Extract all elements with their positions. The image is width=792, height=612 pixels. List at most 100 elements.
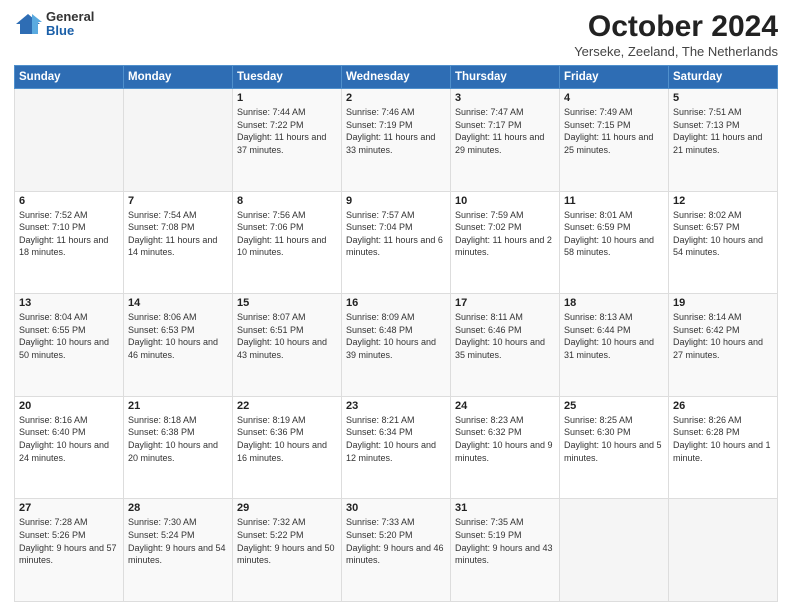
- weekday-header-sunday: Sunday: [15, 66, 124, 89]
- day-info: Sunrise: 8:25 AMSunset: 6:30 PMDaylight:…: [564, 414, 664, 464]
- day-info: Sunrise: 8:19 AMSunset: 6:36 PMDaylight:…: [237, 414, 337, 464]
- day-number: 23: [346, 400, 446, 412]
- day-info: Sunrise: 8:26 AMSunset: 6:28 PMDaylight:…: [673, 414, 773, 464]
- day-info: Sunrise: 8:01 AMSunset: 6:59 PMDaylight:…: [564, 209, 664, 259]
- day-info: Sunrise: 8:06 AMSunset: 6:53 PMDaylight:…: [128, 311, 228, 361]
- calendar-cell: 6Sunrise: 7:52 AMSunset: 7:10 PMDaylight…: [15, 191, 124, 294]
- calendar-cell: 12 Sunrise: 8:02 AMSunset: 6:57 PMDayligh…: [669, 191, 778, 294]
- logo: General Blue: [14, 10, 94, 39]
- calendar-cell: 4Sunrise: 7:49 AMSunset: 7:15 PMDaylight…: [560, 89, 669, 192]
- day-number: 16: [346, 297, 446, 309]
- calendar-cell: 27 Sunrise: 7:28 AMSunset: 5:26 PMDayligh…: [15, 499, 124, 602]
- calendar-cell: 13 Sunrise: 8:04 AMSunset: 6:55 PMDayligh…: [15, 294, 124, 397]
- calendar-cell: 15 Sunrise: 8:07 AMSunset: 6:51 PMDayligh…: [233, 294, 342, 397]
- calendar-header-row: SundayMondayTuesdayWednesdayThursdayFrid…: [15, 66, 778, 89]
- calendar-cell: 18 Sunrise: 8:13 AMSunset: 6:44 PMDayligh…: [560, 294, 669, 397]
- day-number: 20: [19, 400, 119, 412]
- calendar-cell: [124, 89, 233, 192]
- day-info: Sunrise: 7:57 AMSunset: 7:04 PMDaylight:…: [346, 209, 446, 259]
- logo-text: General Blue: [46, 10, 94, 39]
- calendar-week-3: 13 Sunrise: 8:04 AMSunset: 6:55 PMDayligh…: [15, 294, 778, 397]
- calendar-cell: 22 Sunrise: 8:19 AMSunset: 6:36 PMDayligh…: [233, 396, 342, 499]
- day-info: Sunrise: 8:11 AMSunset: 6:46 PMDaylight:…: [455, 311, 555, 361]
- day-number: 28: [128, 502, 228, 514]
- calendar-week-5: 27 Sunrise: 7:28 AMSunset: 5:26 PMDayligh…: [15, 499, 778, 602]
- day-number: 13: [19, 297, 119, 309]
- calendar-cell: 29 Sunrise: 7:32 AMSunset: 5:22 PMDayligh…: [233, 499, 342, 602]
- calendar-cell: 9 Sunrise: 7:57 AMSunset: 7:04 PMDaylight…: [342, 191, 451, 294]
- calendar-cell: 20 Sunrise: 8:16 AMSunset: 6:40 PMDayligh…: [15, 396, 124, 499]
- calendar-cell: [15, 89, 124, 192]
- day-info: Sunrise: 8:16 AMSunset: 6:40 PMDaylight:…: [19, 414, 119, 464]
- day-info: Sunrise: 7:46 AMSunset: 7:19 PMDaylight:…: [346, 106, 446, 156]
- day-info: Sunrise: 7:33 AMSunset: 5:20 PMDaylight:…: [346, 516, 446, 566]
- day-number: 7: [128, 195, 228, 207]
- day-info: Sunrise: 7:35 AMSunset: 5:19 PMDaylight:…: [455, 516, 555, 566]
- calendar-cell: 10Sunrise: 7:59 AMSunset: 7:02 PMDayligh…: [451, 191, 560, 294]
- day-info: Sunrise: 8:18 AMSunset: 6:38 PMDaylight:…: [128, 414, 228, 464]
- day-number: 29: [237, 502, 337, 514]
- calendar-cell: [560, 499, 669, 602]
- day-number: 9: [346, 195, 446, 207]
- weekday-header-thursday: Thursday: [451, 66, 560, 89]
- day-info: Sunrise: 7:47 AMSunset: 7:17 PMDaylight:…: [455, 106, 555, 156]
- day-number: 26: [673, 400, 773, 412]
- logo-blue: Blue: [46, 24, 94, 38]
- calendar-cell: [669, 499, 778, 602]
- day-info: Sunrise: 7:56 AMSunset: 7:06 PMDaylight:…: [237, 209, 337, 259]
- day-number: 31: [455, 502, 555, 514]
- day-number: 3: [455, 92, 555, 104]
- day-number: 21: [128, 400, 228, 412]
- calendar-cell: 11 Sunrise: 8:01 AMSunset: 6:59 PMDayligh…: [560, 191, 669, 294]
- day-info: Sunrise: 7:28 AMSunset: 5:26 PMDaylight:…: [19, 516, 119, 566]
- page-subtitle: Yerseke, Zeeland, The Netherlands: [574, 44, 778, 59]
- logo-icon: [14, 10, 42, 38]
- day-number: 5: [673, 92, 773, 104]
- day-number: 27: [19, 502, 119, 514]
- page-title: October 2024: [574, 10, 778, 44]
- day-info: Sunrise: 8:21 AMSunset: 6:34 PMDaylight:…: [346, 414, 446, 464]
- day-info: Sunrise: 8:13 AMSunset: 6:44 PMDaylight:…: [564, 311, 664, 361]
- weekday-header-monday: Monday: [124, 66, 233, 89]
- calendar-table: SundayMondayTuesdayWednesdayThursdayFrid…: [14, 65, 778, 602]
- calendar-week-2: 6Sunrise: 7:52 AMSunset: 7:10 PMDaylight…: [15, 191, 778, 294]
- day-info: Sunrise: 8:02 AMSunset: 6:57 PMDaylight:…: [673, 209, 773, 259]
- day-number: 2: [346, 92, 446, 104]
- day-info: Sunrise: 7:32 AMSunset: 5:22 PMDaylight:…: [237, 516, 337, 566]
- day-number: 12: [673, 195, 773, 207]
- calendar-cell: 5Sunrise: 7:51 AMSunset: 7:13 PMDaylight…: [669, 89, 778, 192]
- calendar-cell: 8 Sunrise: 7:56 AMSunset: 7:06 PMDaylight…: [233, 191, 342, 294]
- day-number: 10: [455, 195, 555, 207]
- day-info: Sunrise: 8:09 AMSunset: 6:48 PMDaylight:…: [346, 311, 446, 361]
- day-number: 24: [455, 400, 555, 412]
- day-number: 15: [237, 297, 337, 309]
- day-number: 14: [128, 297, 228, 309]
- calendar-cell: 30 Sunrise: 7:33 AMSunset: 5:20 PMDayligh…: [342, 499, 451, 602]
- weekday-header-wednesday: Wednesday: [342, 66, 451, 89]
- calendar-cell: 23 Sunrise: 8:21 AMSunset: 6:34 PMDayligh…: [342, 396, 451, 499]
- day-info: Sunrise: 7:54 AMSunset: 7:08 PMDaylight:…: [128, 209, 228, 259]
- day-info: Sunrise: 7:30 AMSunset: 5:24 PMDaylight:…: [128, 516, 228, 566]
- day-number: 18: [564, 297, 664, 309]
- day-number: 8: [237, 195, 337, 207]
- day-info: Sunrise: 8:23 AMSunset: 6:32 PMDaylight:…: [455, 414, 555, 464]
- day-number: 17: [455, 297, 555, 309]
- title-block: October 2024 Yerseke, Zeeland, The Nethe…: [574, 10, 778, 59]
- calendar-cell: 31 Sunrise: 7:35 AMSunset: 5:19 PMDayligh…: [451, 499, 560, 602]
- calendar-cell: 3 Sunrise: 7:47 AMSunset: 7:17 PMDaylight…: [451, 89, 560, 192]
- calendar-cell: 21 Sunrise: 8:18 AMSunset: 6:38 PMDayligh…: [124, 396, 233, 499]
- day-info: Sunrise: 8:07 AMSunset: 6:51 PMDaylight:…: [237, 311, 337, 361]
- day-number: 22: [237, 400, 337, 412]
- calendar-cell: 28 Sunrise: 7:30 AMSunset: 5:24 PMDayligh…: [124, 499, 233, 602]
- header: General Blue October 2024 Yerseke, Zeela…: [14, 10, 778, 59]
- day-number: 11: [564, 195, 664, 207]
- calendar-cell: 2 Sunrise: 7:46 AMSunset: 7:19 PMDaylight…: [342, 89, 451, 192]
- page: General Blue October 2024 Yerseke, Zeela…: [0, 0, 792, 612]
- calendar-cell: 19Sunrise: 8:14 AMSunset: 6:42 PMDayligh…: [669, 294, 778, 397]
- day-number: 30: [346, 502, 446, 514]
- day-info: Sunrise: 7:49 AMSunset: 7:15 PMDaylight:…: [564, 106, 664, 156]
- calendar-cell: 14 Sunrise: 8:06 AMSunset: 6:53 PMDayligh…: [124, 294, 233, 397]
- day-number: 19: [673, 297, 773, 309]
- calendar-cell: 24 Sunrise: 8:23 AMSunset: 6:32 PMDayligh…: [451, 396, 560, 499]
- day-info: Sunrise: 8:04 AMSunset: 6:55 PMDaylight:…: [19, 311, 119, 361]
